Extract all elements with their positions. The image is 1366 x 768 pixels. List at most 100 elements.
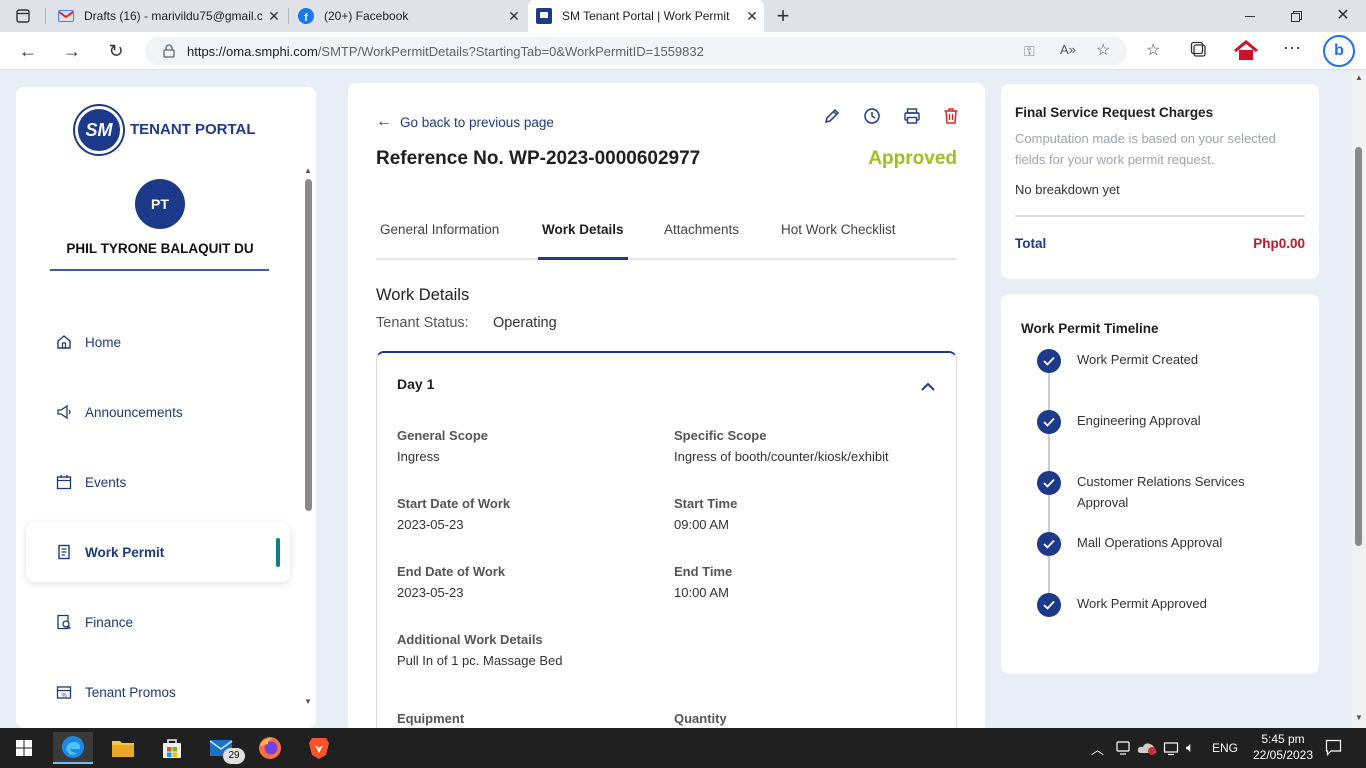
total-value: Php0.00 xyxy=(1253,236,1305,251)
windows-start-icon[interactable] xyxy=(4,732,44,764)
back-link-label: Go back to previous page xyxy=(400,114,554,130)
forward-arrow-icon[interactable]: → xyxy=(59,39,85,63)
tab-actions-icon[interactable] xyxy=(14,7,32,25)
taskbar: 29 ︿ 🔈︎ ENG 5:45 pm 22/05/2023 xyxy=(0,728,1366,768)
minimize-icon[interactable] xyxy=(1240,8,1260,24)
check-icon xyxy=(1037,593,1061,617)
address-bar: ← → ↻ https://oma.smphi.com/SMTP/WorkPer… xyxy=(0,32,1366,70)
sidebar-item-label: Announcements xyxy=(85,404,183,420)
day-accordion: Day 1 General Scope Ingress Specific Sco… xyxy=(376,351,957,728)
day-header[interactable]: Day 1 xyxy=(377,353,956,415)
sm-portal-icon xyxy=(536,8,552,24)
sidebar-item-finance[interactable]: Finance xyxy=(26,593,290,651)
tab-label: Attachments xyxy=(664,222,740,237)
lock-icon xyxy=(163,44,175,58)
refresh-icon[interactable]: ↻ xyxy=(103,39,129,63)
chevron-up-icon[interactable] xyxy=(921,378,935,391)
clock-time[interactable]: 5:45 pm xyxy=(1250,732,1316,746)
print-icon[interactable] xyxy=(903,107,923,127)
sidebar-scrollbar[interactable] xyxy=(305,179,312,511)
active-tab-underline xyxy=(538,257,628,260)
start-date-value: 2023-05-23 xyxy=(397,517,464,532)
notifications-icon[interactable] xyxy=(1325,739,1343,757)
tab-work-details[interactable]: Work Details xyxy=(542,222,624,237)
sidebar-item-events[interactable]: Events xyxy=(26,453,290,511)
sidebar-item-label: Home xyxy=(85,334,122,350)
close-window-icon[interactable]: ✕ xyxy=(1333,6,1353,26)
url-host: https://oma.smphi.com xyxy=(187,43,318,59)
check-icon xyxy=(1037,532,1061,556)
url-field[interactable]: https://oma.smphi.com/SMTP/WorkPermitDet… xyxy=(145,37,1127,65)
onedrive-icon[interactable] xyxy=(1137,741,1157,755)
clock-date[interactable]: 22/05/2023 xyxy=(1250,748,1316,762)
close-tab-icon[interactable]: ✕ xyxy=(502,8,526,25)
charges-title: Final Service Request Charges xyxy=(1015,105,1214,120)
finance-icon xyxy=(56,614,72,630)
sidebar-item-label: Tenant Promos xyxy=(85,684,176,700)
tab-facebook[interactable]: f (20+) Facebook ✕ xyxy=(290,0,526,32)
avatar-initials: PT xyxy=(151,196,169,212)
charges-divider xyxy=(1015,215,1305,217)
day-label: Day 1 xyxy=(397,376,435,392)
sidebar-item-announcements[interactable]: Announcements xyxy=(26,383,290,441)
specific-scope-value: Ingress of booth/counter/kiosk/exhibit xyxy=(674,449,889,464)
tab-title: SM Tenant Portal | Work Permit xyxy=(562,9,730,23)
close-tab-icon[interactable]: ✕ xyxy=(262,8,286,25)
read-aloud-icon[interactable]: A» xyxy=(1060,42,1076,57)
chevron-up-tray-icon[interactable]: ︿ xyxy=(1091,739,1104,758)
mail-icon[interactable]: 29 xyxy=(201,732,245,764)
sidebar-item-work-permit[interactable]: Work Permit xyxy=(26,522,290,582)
page-scrollbar-thumb[interactable] xyxy=(1355,147,1362,546)
calendar-icon xyxy=(56,474,72,490)
mail-badge: 29 xyxy=(223,748,245,764)
delete-icon[interactable] xyxy=(943,107,963,127)
tenant-status-label: Tenant Status: xyxy=(376,315,469,331)
sidebar-item-home[interactable]: Home xyxy=(26,313,290,371)
add-favorite-icon[interactable]: ☆ xyxy=(1096,40,1110,60)
reference-number: Reference No. WP-2023-0000602977 xyxy=(376,148,701,169)
home-icon xyxy=(56,334,72,350)
tab-sm-tenant-portal[interactable]: SM Tenant Portal | Work Permit ✕ xyxy=(528,0,764,32)
brave-icon[interactable] xyxy=(299,732,339,764)
bing-chat-icon[interactable]: b xyxy=(1323,35,1355,67)
sidebar-scroll-down-icon[interactable]: ▼ xyxy=(304,697,312,706)
page-content: SM TENANT PORTAL PT PHIL TYRONE BALAQUIT… xyxy=(0,71,1352,728)
file-explorer-icon[interactable] xyxy=(103,732,143,764)
store-icon[interactable] xyxy=(152,732,192,764)
general-scope-label: General Scope xyxy=(397,428,489,443)
tab-hot-work-checklist[interactable]: Hot Work Checklist xyxy=(781,222,896,237)
charges-card: Final Service Request Charges Computatio… xyxy=(1001,84,1319,279)
more-menu-icon[interactable]: ⋯ xyxy=(1283,38,1301,59)
key-icon[interactable]: ⚿ xyxy=(1024,43,1035,60)
tab-attachments[interactable]: Attachments xyxy=(664,222,739,237)
new-tab-icon[interactable]: + xyxy=(772,4,794,28)
close-tab-icon[interactable]: ✕ xyxy=(740,8,764,25)
language-indicator[interactable]: ENG xyxy=(1212,741,1238,755)
back-arrow-icon[interactable]: ← xyxy=(15,39,41,63)
tab-general-information[interactable]: General Information xyxy=(380,222,499,237)
history-icon[interactable] xyxy=(863,107,883,127)
tab-title: (20+) Facebook xyxy=(324,9,409,23)
page-scroll-down-icon[interactable]: ▼ xyxy=(1355,713,1363,722)
firefox-icon[interactable] xyxy=(250,732,290,764)
volume-icon[interactable]: 🔈︎ xyxy=(1186,739,1194,756)
page-scroll-up-icon[interactable]: ▲ xyxy=(1355,73,1363,82)
sidebar-item-label: Work Permit xyxy=(85,544,165,560)
start-time-label: Start Time xyxy=(674,496,738,511)
additional-details-label: Additional Work Details xyxy=(397,632,543,647)
sm-logo: SM xyxy=(75,106,123,154)
extension-icon[interactable] xyxy=(1233,39,1259,63)
restore-icon[interactable] xyxy=(1286,8,1306,24)
timeline-title: Work Permit Timeline xyxy=(1021,321,1159,336)
network-icon[interactable] xyxy=(1163,740,1179,756)
back-link[interactable]: ← Go back to previous page xyxy=(376,113,554,131)
edit-icon[interactable] xyxy=(823,107,843,127)
additional-details-value: Pull In of 1 pc. Massage Bed xyxy=(397,653,563,668)
favorites-icon[interactable]: ☆ xyxy=(1146,40,1160,60)
collections-icon[interactable] xyxy=(1190,41,1208,59)
edge-browser-icon[interactable] xyxy=(53,732,93,764)
meet-now-icon[interactable] xyxy=(1116,740,1130,756)
tab-gmail[interactable]: Drafts (16) - marivildu75@gmail.c ✕ xyxy=(50,0,286,32)
sidebar-item-tenant-promos[interactable]: % Tenant Promos xyxy=(26,663,290,721)
sidebar-scroll-up-icon[interactable]: ▲ xyxy=(304,166,312,175)
